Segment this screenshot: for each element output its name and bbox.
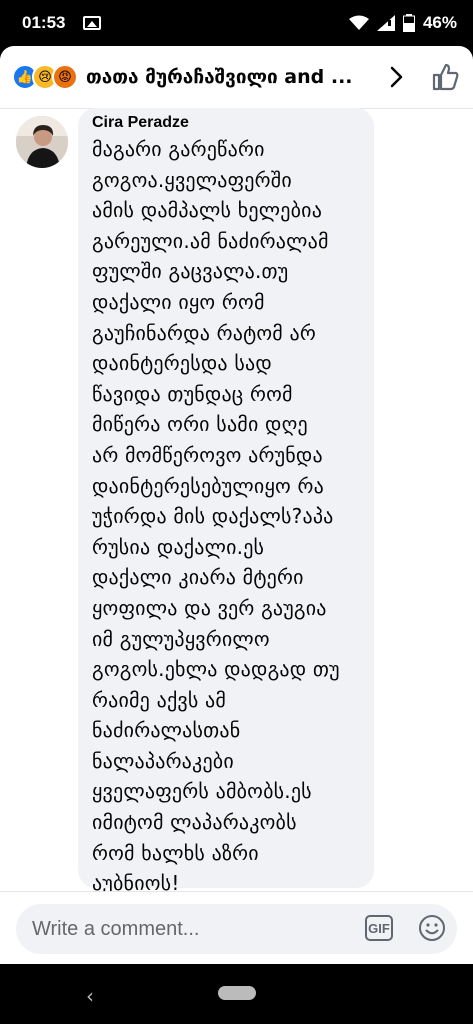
profile-photo <box>16 116 68 168</box>
status-time: 01:53 <box>22 13 66 32</box>
reactors-title[interactable]: თათა მურაჩაშვილი and ... <box>86 66 366 88</box>
comments-screen: 👍 😢 😡 თათა მურაჩაშვილი and ... Cira Pera… <box>0 46 473 964</box>
back-icon[interactable]: ‹ <box>86 984 94 1008</box>
status-icons: 46% <box>348 13 457 33</box>
image-notification-icon <box>83 16 102 30</box>
system-nav-bar: ‹ <box>0 964 473 1024</box>
comment-placeholder: Write a comment... <box>32 917 200 940</box>
wifi-icon <box>348 15 369 30</box>
comment-text: მაგარი გარეწარი გოგოა.ყველაფერში ამის და… <box>92 137 340 896</box>
home-pill[interactable] <box>218 986 256 1000</box>
battery-icon <box>402 14 415 32</box>
comment: Cira Peradze მაგარი გარეწარი გოგოა.ყველა… <box>0 108 473 924</box>
angry-icon: 😡 <box>52 64 78 90</box>
comment-composer: Write a comment... GIF <box>0 891 473 964</box>
header-reactions[interactable]: 👍 😢 😡 <box>12 64 78 90</box>
like-button[interactable] <box>430 62 460 92</box>
comment-input[interactable]: Write a comment... GIF <box>16 904 457 954</box>
comment-author[interactable]: Cira Peradze <box>92 114 360 132</box>
signal-icon <box>376 15 395 31</box>
battery-percent: 46% <box>422 13 457 32</box>
gif-button[interactable]: GIF <box>365 915 393 941</box>
comment-bubble[interactable]: Cira Peradze მაგარი გარეწარი გოგოა.ყველა… <box>78 108 374 895</box>
avatar[interactable] <box>16 116 68 168</box>
status-bar: 01:53 46% <box>0 0 473 46</box>
chevron-right-icon[interactable] <box>384 65 408 89</box>
emoji-icon[interactable] <box>418 914 446 942</box>
post-header: 👍 😢 😡 თათა მურაჩაშვილი and ... <box>0 46 473 109</box>
